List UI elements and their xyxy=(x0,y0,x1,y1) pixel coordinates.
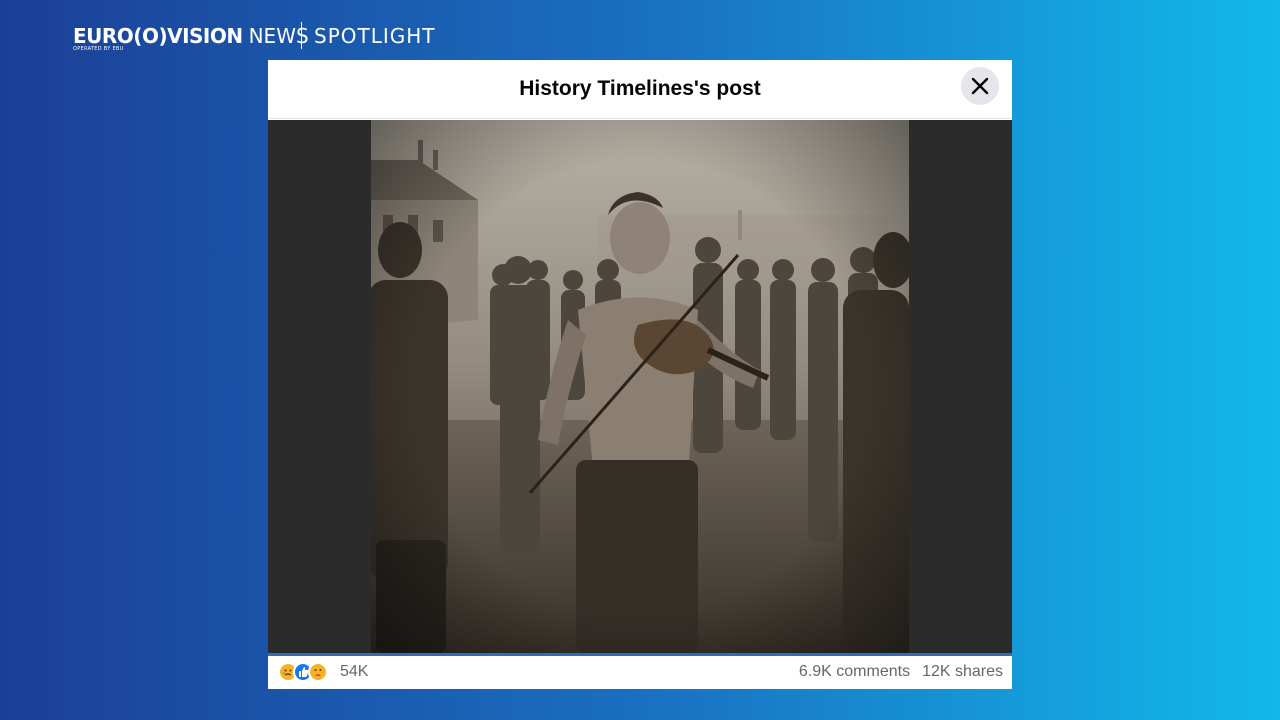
eurovision-logo[interactable]: EURO(O)VISION NEWS xyxy=(73,24,309,48)
modal-title: History Timelines's post xyxy=(519,77,761,100)
logo-text: EURO(O)VISION xyxy=(73,24,243,48)
reaction-count: 54K xyxy=(340,663,369,680)
post-footer: 54K 6.9K comments 12K shares xyxy=(268,656,1012,689)
post-stats: 6.9K comments 12K shares xyxy=(799,663,1003,681)
photo-image xyxy=(268,120,1012,653)
section-label: SPOTLIGHT xyxy=(314,24,436,48)
operated-by-text: OPERATED BY EBU xyxy=(73,46,124,52)
post-photo[interactable] xyxy=(268,120,1012,653)
modal-header: History Timelines's post xyxy=(268,60,1012,119)
logo-news-text: NEWS xyxy=(248,24,309,48)
brand-divider xyxy=(301,22,302,49)
post-modal: History Timelines's post 54K 6.9K commen… xyxy=(268,60,1012,689)
close-icon xyxy=(971,77,989,95)
care-reaction-icon xyxy=(308,662,328,682)
close-button[interactable] xyxy=(961,67,999,105)
comments-count-link[interactable]: 6.9K comments xyxy=(799,663,910,680)
shares-count-link[interactable]: 12K shares xyxy=(922,663,1003,680)
reactions-summary[interactable]: 54K xyxy=(278,662,368,682)
